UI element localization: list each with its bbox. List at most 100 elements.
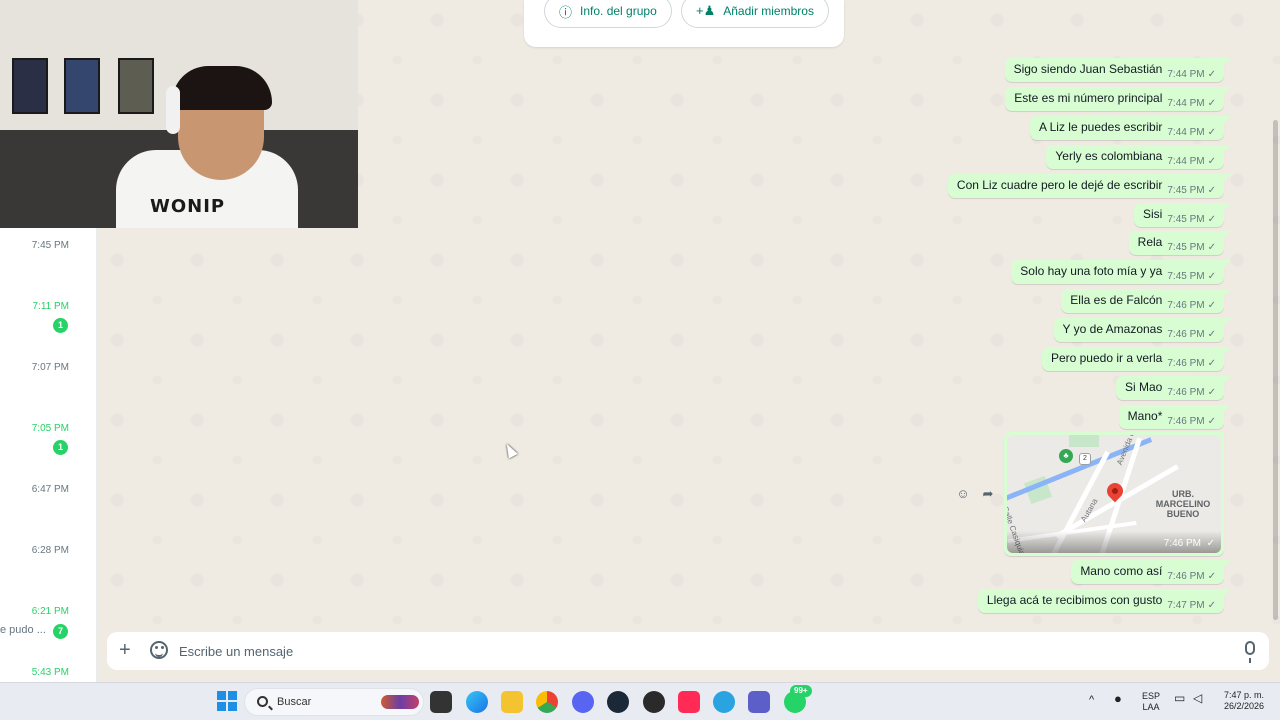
sent-check-icon: ✓ [1207, 185, 1216, 196]
chat-time: 6:28 PM [31, 545, 69, 556]
location-map[interactable]: ♣ 2 Avenida Constitución Autana Calle Ca… [1007, 435, 1221, 553]
group-info-label: Info. del grupo [580, 4, 657, 18]
sent-check-icon: ✓ [1207, 127, 1216, 138]
clock[interactable]: 7:47 p. m. 26/2/2026 [1214, 690, 1274, 712]
webcam-overlay: WONIP [0, 0, 358, 228]
message-text: Este es mi número principal [1014, 91, 1163, 105]
chat-list-item[interactable]: 7:05 PM 1 [0, 423, 96, 484]
chat-time: 7:45 PM [31, 240, 69, 251]
chat-preview: e pudo ... [0, 624, 46, 636]
discord-icon[interactable] [572, 691, 594, 713]
add-members-button[interactable]: +♟ Añadir miembros [681, 0, 829, 28]
chat-scrollbar[interactable] [1273, 120, 1278, 620]
message-bubble[interactable]: Llega acá te recibimos con gusto 7:47 PM… [977, 589, 1232, 613]
volume-icon[interactable]: ◁ [1193, 692, 1202, 704]
message-text: Llega acá te recibimos con gusto [986, 593, 1163, 607]
location-message[interactable]: ♣ 2 Avenida Constitución Autana Calle Ca… [1004, 432, 1224, 556]
chat-time: 7:07 PM [31, 362, 69, 373]
message-input[interactable] [179, 641, 1219, 661]
message-time: 7:44 PM [1167, 98, 1205, 109]
message-bubble[interactable]: A Liz le puedes escribir 7:44 PM ✓ [1029, 116, 1232, 140]
tree-icon: ♣ [1059, 449, 1073, 463]
add-members-label: Añadir miembros [723, 4, 814, 18]
sent-check-icon: ✓ [1207, 69, 1216, 80]
message-time: 7:47 PM [1167, 600, 1205, 611]
message-bubble[interactable]: Pero puedo ir a verla 7:46 PM ✓ [1041, 347, 1232, 371]
message-bubble[interactable]: Con Liz cuadre pero le dejé de escribir … [947, 174, 1232, 198]
message-time: 7:46 PM [1167, 416, 1205, 427]
message-text: Y yo de Amazonas [1062, 322, 1163, 336]
chat-list-item[interactable]: 7:07 PM [0, 362, 96, 423]
microphone-icon[interactable] [1245, 641, 1255, 663]
folder-icon[interactable] [501, 691, 523, 713]
message-bubble[interactable]: Solo hay una foto mía y ya 7:45 PM ✓ [1011, 260, 1231, 284]
sent-check-icon: ✓ [1207, 571, 1216, 582]
chat-list-item[interactable]: 6:47 PM [0, 484, 96, 545]
chevron-up-icon[interactable]: ^ [1089, 695, 1094, 706]
windows-start-icon[interactable] [217, 691, 239, 713]
message-bubble[interactable]: Ella es de Falcón 7:46 PM ✓ [1061, 289, 1231, 313]
message-text: Mano* [1127, 409, 1163, 423]
map-park [1069, 435, 1099, 447]
message-time: 7:46 PM [1167, 387, 1205, 398]
message-time: 7:45 PM [1167, 242, 1205, 253]
taskbar: Buscar 99+ ^ ● ESP LAA ▭ ◁ 7:47 p. m. 26… [0, 682, 1280, 720]
notification-badge: 99+ [790, 685, 812, 697]
sent-check-icon: ✓ [1207, 358, 1216, 369]
chat-list-item[interactable]: 7:45 PM [0, 240, 96, 301]
chat-list-item[interactable]: 7:11 PM 1 [0, 301, 96, 362]
network-icon[interactable]: ▭ [1174, 692, 1185, 704]
message-bubble[interactable]: Y yo de Amazonas 7:46 PM ✓ [1053, 318, 1232, 342]
forward-icon[interactable]: ➦ [978, 484, 998, 504]
chat-list-item[interactable]: 5:43 PM [0, 667, 96, 682]
message-bubble[interactable]: Este es mi número principal 7:44 PM ✓ [1005, 87, 1231, 111]
wall-poster [118, 58, 154, 114]
chat-list-item[interactable]: 6:28 PM [0, 545, 96, 606]
message-time: 7:45 PM [1167, 214, 1205, 225]
language-indicator[interactable]: ESP LAA [1138, 691, 1164, 713]
chat-time: 6:47 PM [31, 484, 69, 495]
message-time: 7:46 PM [1167, 358, 1205, 369]
microphone-tray-icon[interactable]: ● [1114, 692, 1122, 705]
sticker-icon[interactable] [150, 641, 168, 659]
shirt-print: WONIP [150, 196, 226, 217]
taskbar-search[interactable]: Buscar [244, 688, 424, 716]
message-composer: + [107, 632, 1269, 670]
message-time: 7:46 PM [1167, 329, 1205, 340]
chat-time: 5:43 PM [31, 667, 69, 678]
message-bubble[interactable]: Mano como así 7:46 PM ✓ [1071, 560, 1231, 584]
steam-icon[interactable] [607, 691, 629, 713]
message-text: Yerly es colombiana [1055, 149, 1163, 163]
message-bubble[interactable]: Rela 7:45 PM ✓ [1128, 231, 1232, 255]
sent-check-icon: ✓ [1207, 242, 1216, 253]
group-info-button[interactable]: ⓘ Info. del grupo [544, 0, 672, 28]
message-bubble[interactable]: Mano* 7:46 PM ✓ [1118, 405, 1232, 429]
message-text: Mano como así [1080, 564, 1163, 578]
chrome-icon[interactable] [536, 691, 558, 713]
message-text: Pero puedo ir a verla [1050, 351, 1163, 365]
clock-time: 7:47 p. m. [1223, 690, 1265, 700]
telegram-icon[interactable] [713, 691, 735, 713]
sent-check-icon: ✓ [1206, 538, 1215, 549]
teams-icon[interactable] [748, 691, 770, 713]
chat-time: 7:11 PM [32, 301, 70, 312]
attach-plus-icon[interactable]: + [119, 640, 131, 660]
mouse-cursor [502, 441, 518, 459]
chat-list-item[interactable]: 6:21 PM e pudo ... 7 [0, 606, 96, 667]
react-emoji-icon[interactable]: ☺ [953, 484, 973, 504]
file-viewer-icon[interactable] [430, 691, 452, 713]
sent-check-icon: ✓ [1207, 214, 1216, 225]
sent-check-icon: ✓ [1207, 329, 1216, 340]
edge-browser-icon[interactable] [466, 691, 488, 713]
sent-check-icon: ✓ [1207, 300, 1216, 311]
sent-check-icon: ✓ [1207, 271, 1216, 282]
message-text: Sisi [1143, 207, 1163, 221]
chat-time: 6:21 PM [31, 606, 69, 617]
message-bubble[interactable]: Sigo siendo Juan Sebastián 7:44 PM ✓ [1004, 58, 1232, 82]
message-bubble[interactable]: Yerly es colombiana 7:44 PM ✓ [1046, 145, 1231, 169]
sent-check-icon: ✓ [1207, 98, 1216, 109]
message-bubble[interactable]: Si Mao 7:46 PM ✓ [1116, 376, 1231, 400]
message-bubble[interactable]: Sisi 7:45 PM ✓ [1134, 203, 1231, 227]
tiktok-icon[interactable] [678, 691, 700, 713]
game-launcher-icon[interactable] [643, 691, 665, 713]
